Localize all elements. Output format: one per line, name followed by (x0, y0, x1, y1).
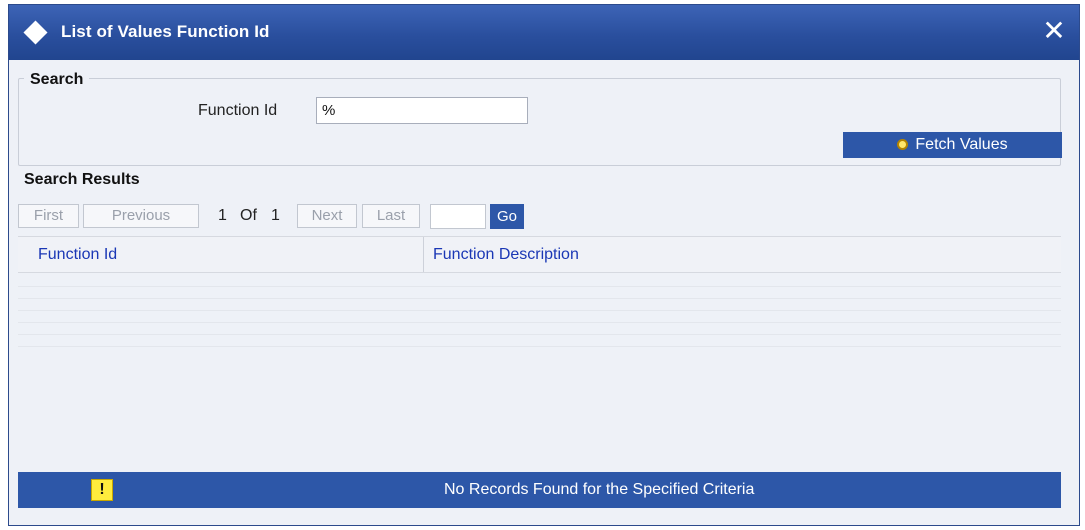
go-button[interactable]: Go (490, 204, 524, 229)
status-message: No Records Found for the Specified Crite… (444, 481, 755, 498)
table-row (18, 336, 1061, 347)
column-header-function-id[interactable]: Function Id (38, 246, 117, 264)
total-pages-number: 1 (271, 207, 280, 224)
column-divider (423, 237, 424, 272)
fetch-values-label: Fetch Values (915, 136, 1008, 153)
page-of-label: Of (240, 207, 257, 224)
table-row (18, 324, 1061, 335)
table-row (18, 288, 1061, 299)
fetch-values-button[interactable]: Fetch Values (843, 132, 1062, 158)
last-page-button[interactable]: Last (362, 204, 420, 228)
close-icon[interactable]: ✕ (1037, 14, 1071, 48)
dialog-title: List of Values Function Id (61, 22, 270, 41)
status-bar: ! No Records Found for the Specified Cri… (18, 472, 1061, 508)
next-page-button[interactable]: Next (297, 204, 357, 228)
diamond-icon (23, 20, 48, 45)
previous-page-button[interactable]: Previous (83, 204, 199, 228)
first-page-button[interactable]: First (18, 204, 79, 228)
function-id-input[interactable] (316, 97, 528, 124)
search-legend: Search (24, 71, 90, 89)
results-grid-header: Function Id Function Description (18, 236, 1061, 273)
function-id-label: Function Id (198, 102, 278, 119)
current-page-number: 1 (218, 207, 227, 224)
warning-icon: ! (91, 479, 113, 501)
table-row (18, 276, 1061, 287)
column-header-function-description[interactable]: Function Description (433, 246, 579, 264)
table-row (18, 312, 1061, 323)
page-number-input[interactable] (430, 204, 486, 229)
search-icon (897, 139, 909, 150)
dialog-titlebar: List of Values Function Id ✕ (9, 5, 1079, 60)
search-results-title: Search Results (24, 171, 140, 188)
table-row (18, 300, 1061, 311)
